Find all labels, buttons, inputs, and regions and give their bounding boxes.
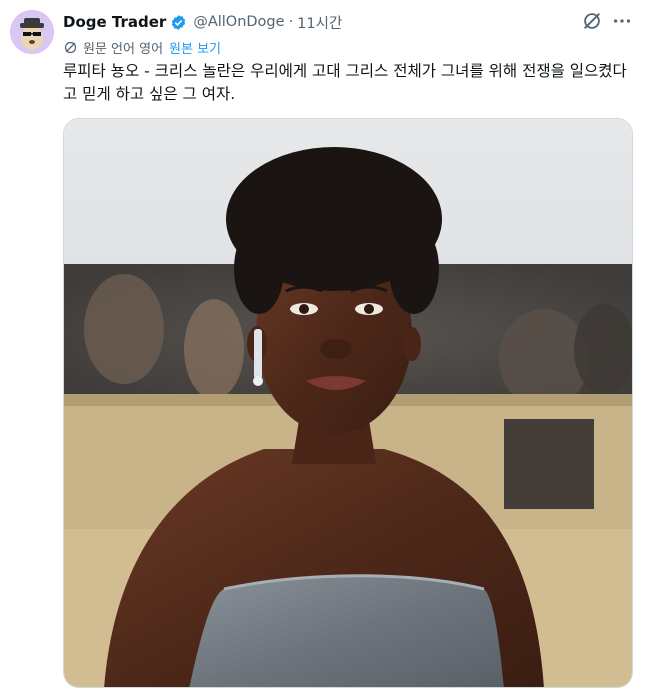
more-options-icon[interactable] — [611, 10, 633, 32]
show-original-link[interactable]: 원본 보기 — [169, 38, 221, 57]
translate-icon — [63, 40, 78, 55]
tweet-photo[interactable] — [63, 118, 633, 688]
translation-notice: 원문 언어 영어 원본 보기 — [63, 37, 221, 57]
tweet-header: Doge Trader @AllOnDoge · 11시간 — [63, 11, 641, 33]
author-handle[interactable]: @AllOnDoge — [193, 14, 284, 30]
tweet-card: Doge Trader @AllOnDoge · 11시간 원문 언어 영어 원… — [0, 0, 651, 698]
tweet-timestamp[interactable]: 11시간 — [297, 12, 342, 33]
separator-dot: · — [288, 14, 294, 30]
tweet-text: 루피타 뇽오 - 크리스 놀란은 우리에게 고대 그리스 전체가 그녀를 위해 … — [63, 62, 627, 103]
translation-label: 원문 언어 영어 — [83, 41, 164, 57]
verified-badge-icon — [170, 14, 187, 31]
author-display-name[interactable]: Doge Trader — [63, 13, 166, 31]
grok-icon[interactable] — [581, 10, 603, 32]
doge-avatar-icon[interactable] — [10, 10, 54, 54]
